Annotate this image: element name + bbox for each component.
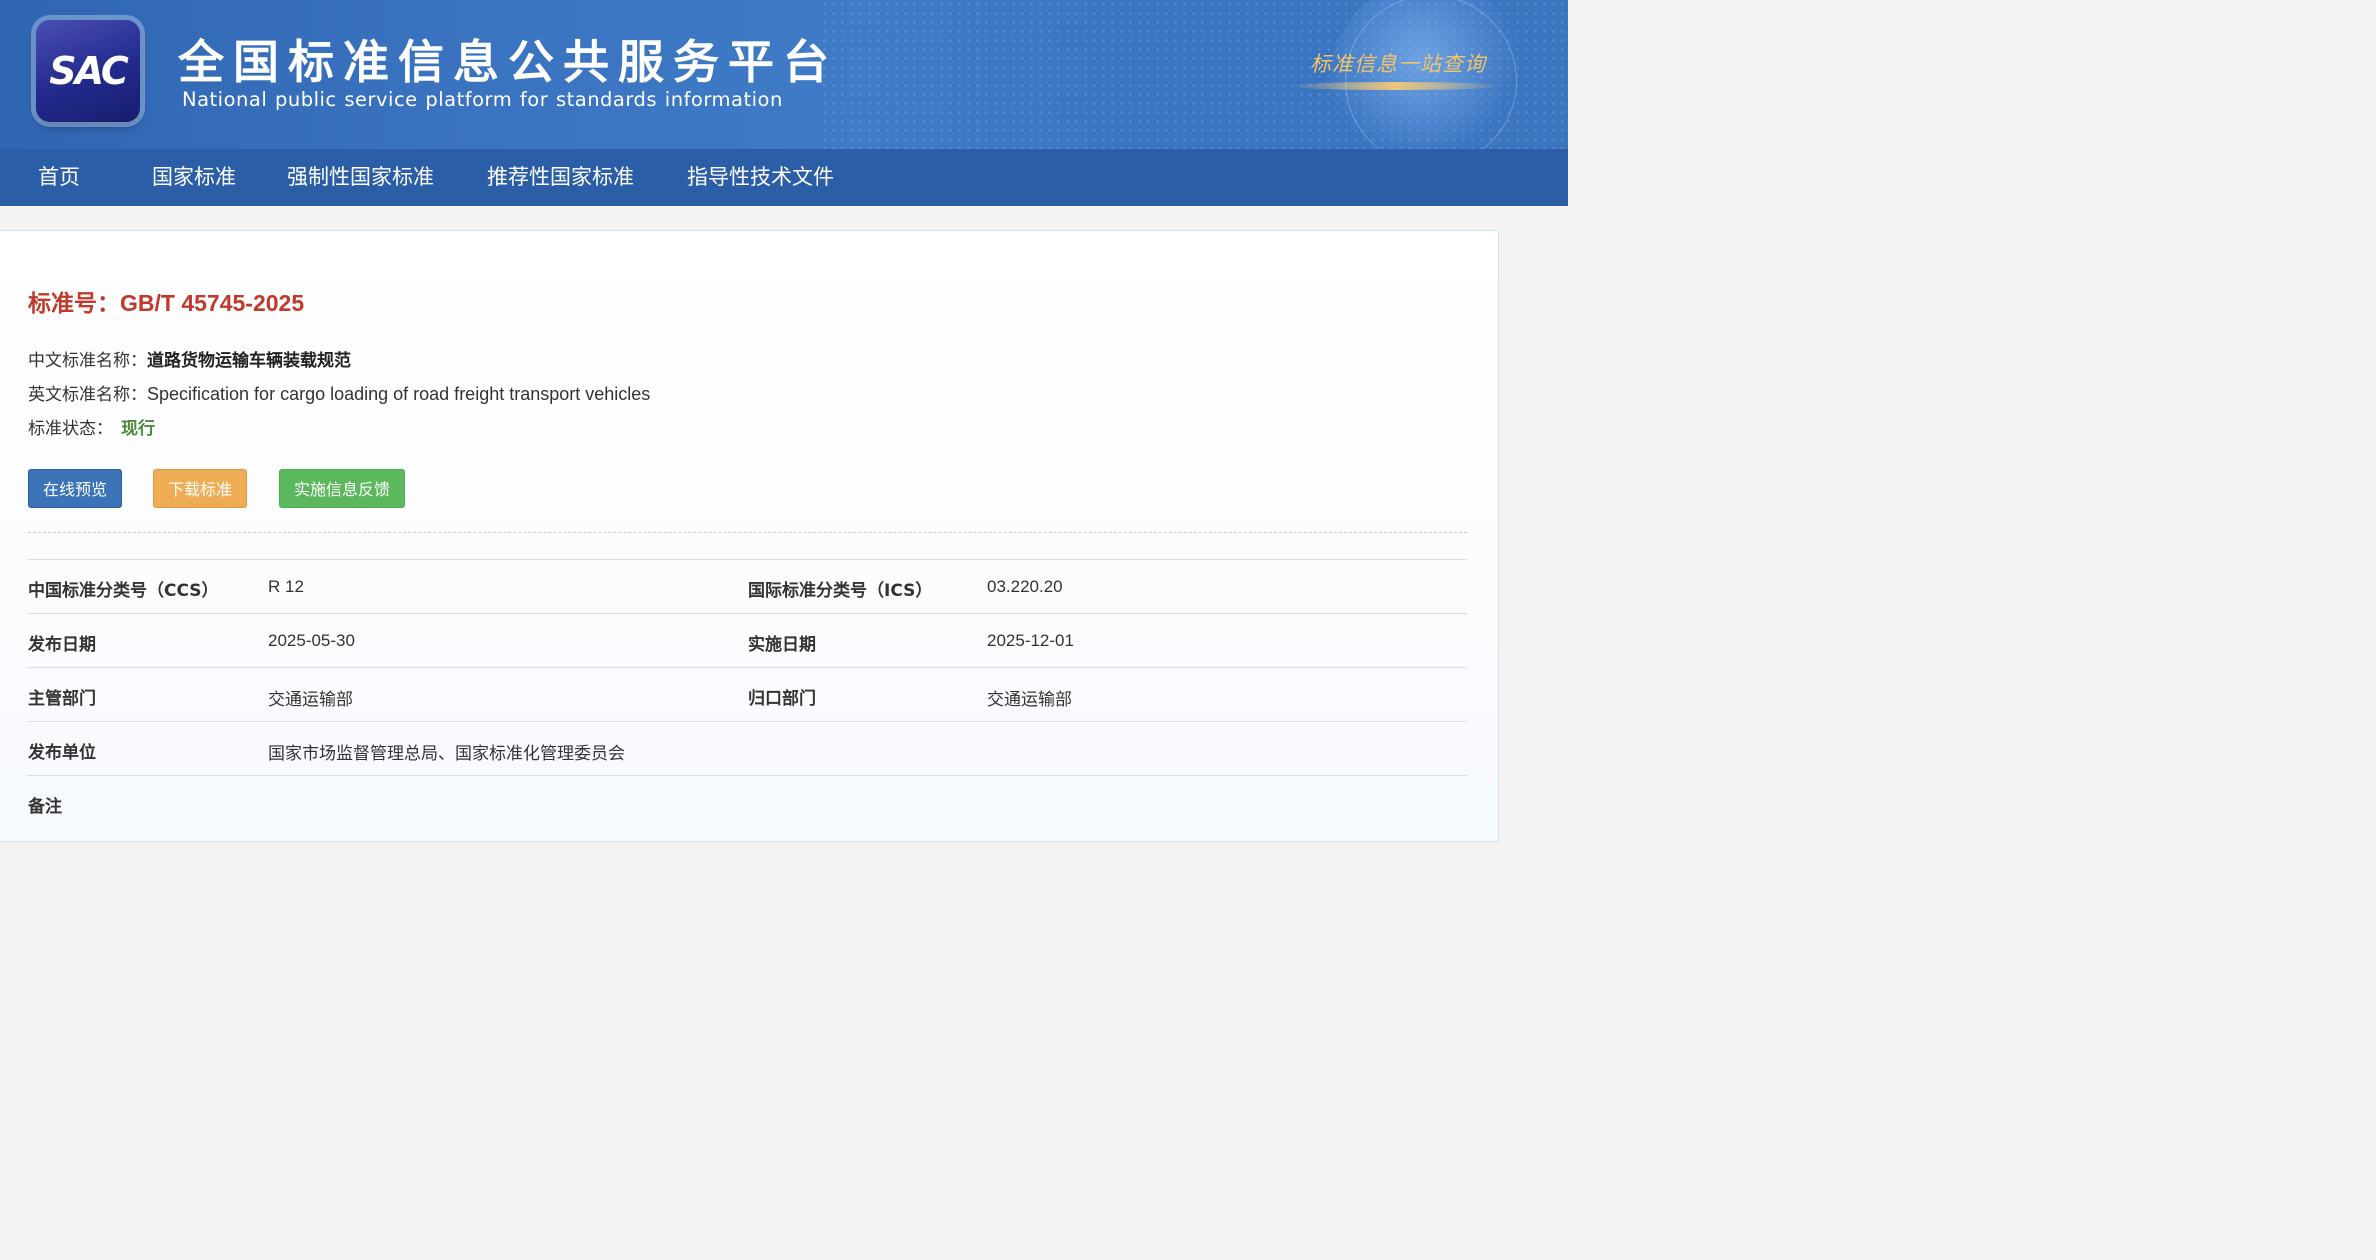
nav-item-home[interactable]: 首页	[38, 149, 80, 206]
standard-number: 标准号：GB/T 45745-2025	[28, 284, 304, 318]
ics-value: 03.220.20	[987, 577, 1063, 596]
publish-date-value: 2025-05-30	[268, 631, 355, 650]
en-name-value: Specification for cargo loading of road …	[147, 384, 651, 404]
table-row-divider	[28, 559, 1467, 560]
competent-dept-label: 主管部门	[28, 689, 96, 709]
status-label: 标准状态：	[28, 419, 113, 439]
table-row-divider	[28, 721, 1467, 722]
site-subtitle: National public service platform for sta…	[182, 88, 783, 111]
table-row-divider	[28, 775, 1467, 776]
competent-dept-value: 交通运输部	[268, 690, 353, 709]
status-badge: 现行	[121, 419, 155, 439]
centralized-dept-label: 归口部门	[748, 689, 816, 709]
nav-item-national-standards[interactable]: 国家标准	[152, 149, 236, 206]
status-line: 标准状态： 现行	[28, 414, 155, 439]
publisher-value: 国家市场监督管理总局、国家标准化管理委员会	[268, 744, 625, 763]
logo-text: SAC	[49, 49, 128, 93]
table-row-divider	[28, 613, 1467, 614]
ccs-value: R 12	[268, 577, 304, 596]
remarks-label: 备注	[28, 797, 62, 817]
centralized-dept-value: 交通运输部	[987, 690, 1072, 709]
table-row-divider	[28, 667, 1467, 668]
online-preview-button[interactable]: 在线预览	[28, 469, 122, 508]
nav-item-recommended-standards[interactable]: 推荐性国家标准	[487, 149, 634, 206]
en-name-label: 英文标准名称：	[28, 385, 147, 405]
cn-name-label: 中文标准名称：	[28, 351, 147, 371]
nav-item-mandatory-standards[interactable]: 强制性国家标准	[287, 149, 434, 206]
ccs-label: 中国标准分类号（CCS）	[28, 581, 219, 601]
standard-number-label: 标准号：	[28, 291, 120, 317]
section-divider	[28, 532, 1467, 533]
site-title: 全国标准信息公共服务平台	[178, 35, 838, 89]
header-banner: SAC 全国标准信息公共服务平台 National public service…	[0, 0, 1568, 149]
implementation-feedback-button[interactable]: 实施信息反馈	[279, 469, 405, 508]
publisher-label: 发布单位	[28, 743, 96, 763]
sac-logo[interactable]: SAC	[36, 20, 140, 122]
nav-item-guidance-documents[interactable]: 指导性技术文件	[687, 149, 834, 206]
download-standard-button[interactable]: 下载标准	[153, 469, 247, 508]
ics-label: 国际标准分类号（ICS）	[748, 581, 933, 601]
content-panel	[0, 230, 1499, 842]
publish-date-label: 发布日期	[28, 635, 96, 655]
standard-number-value: GB/T 45745-2025	[120, 290, 305, 316]
cn-name-value: 道路货物运输车辆装载规范	[147, 351, 351, 371]
en-name-line: 英文标准名称：Specification for cargo loading o…	[28, 380, 650, 405]
implement-date-value: 2025-12-01	[987, 631, 1074, 650]
implement-date-label: 实施日期	[748, 635, 816, 655]
cn-name-line: 中文标准名称：道路货物运输车辆装载规范	[28, 346, 351, 371]
slogan: 标准信息一站查询	[1310, 52, 1486, 76]
swoosh-decoration	[1290, 82, 1500, 90]
main-nav: 首页 国家标准 强制性国家标准 推荐性国家标准 指导性技术文件	[0, 149, 1568, 206]
